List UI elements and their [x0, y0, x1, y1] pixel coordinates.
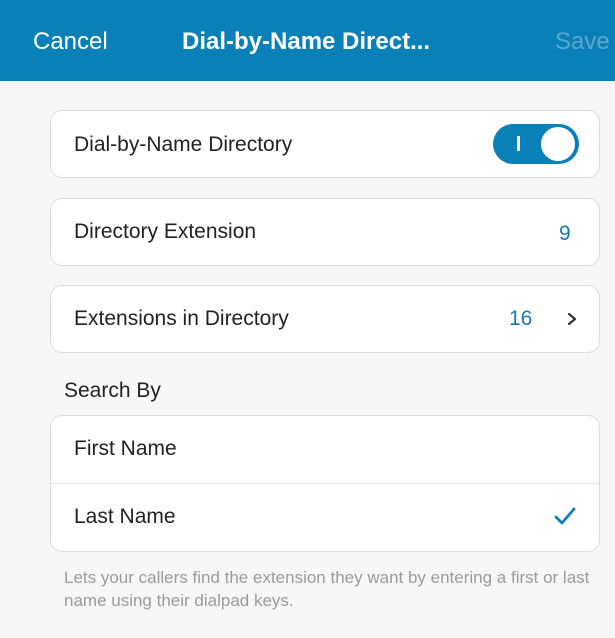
first-name-label: First Name — [74, 437, 177, 460]
directory-help-text: Lets your callers find the extension the… — [64, 568, 590, 610]
dial-by-name-card: Dial-by-Name Directory — [50, 110, 600, 178]
dial-by-name-label: Dial-by-Name Directory — [74, 133, 293, 156]
extensions-in-directory-label: Extensions in Directory — [74, 307, 289, 330]
last-name-label: Last Name — [74, 505, 176, 528]
search-by-options-card: First Name Last Name — [50, 415, 600, 552]
directory-extension-card[interactable]: Directory Extension 9 — [50, 198, 600, 266]
cancel-button[interactable]: Cancel — [33, 28, 108, 56]
page-title: Dial-by-Name Direct... — [182, 28, 431, 55]
directory-extension-value: 9 — [559, 222, 571, 245]
toggle-on-indicator — [517, 136, 520, 151]
toggle-knob — [541, 127, 575, 161]
dial-by-name-toggle[interactable] — [493, 124, 579, 164]
extensions-in-directory-count: 16 — [509, 307, 533, 330]
search-by-heading: Search By — [64, 379, 161, 402]
extensions-in-directory-card[interactable]: Extensions in Directory 16 — [50, 285, 600, 353]
header-bar: Cancel Dial-by-Name Direct... Save — [0, 0, 615, 81]
search-option-last-name[interactable]: Last Name — [51, 484, 599, 551]
chevron-right-icon — [567, 312, 577, 326]
directory-extension-label: Directory Extension — [74, 220, 257, 243]
search-option-first-name[interactable]: First Name — [51, 416, 599, 483]
checkmark-icon — [554, 507, 576, 525]
save-button[interactable]: Save — [555, 28, 610, 56]
